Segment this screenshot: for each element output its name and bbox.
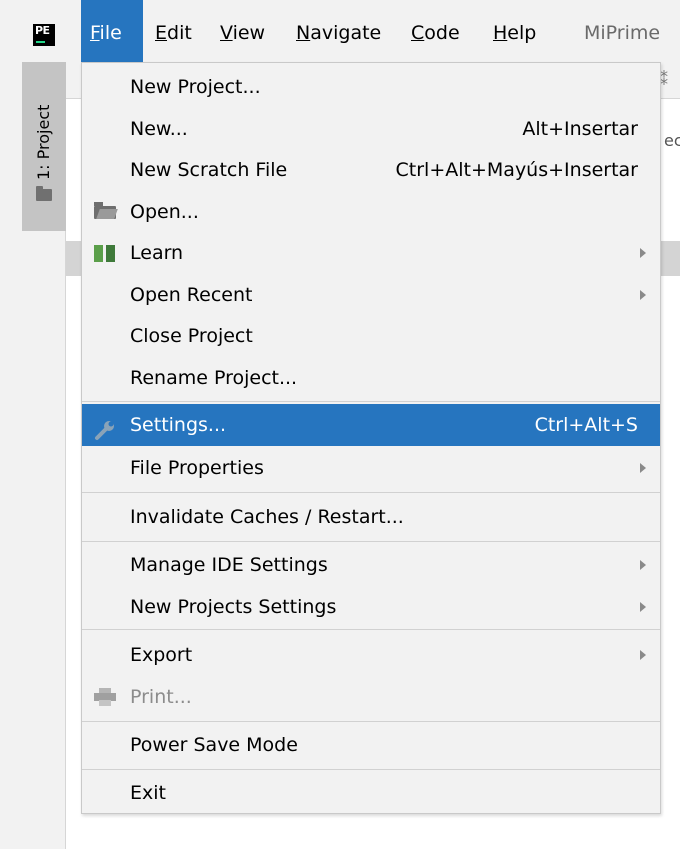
wrench-icon bbox=[94, 414, 116, 440]
file-menu-dropdown: New Project... New... Alt+Insertar New S… bbox=[81, 62, 661, 814]
folder-icon bbox=[36, 186, 52, 201]
menu-item-settings[interactable]: Settings... Ctrl+Alt+S bbox=[82, 404, 660, 446]
menu-item-exit[interactable]: Exit bbox=[82, 772, 660, 814]
menubar: PE File Edit View Navigate Code Help MiP… bbox=[0, 0, 680, 62]
pin-icon[interactable]: ⁑ bbox=[660, 70, 668, 89]
app-logo-icon: PE bbox=[33, 24, 55, 46]
menu-separator bbox=[82, 769, 660, 770]
submenu-arrow-icon bbox=[640, 602, 646, 612]
learn-book-icon bbox=[94, 245, 116, 262]
printer-icon bbox=[94, 688, 116, 706]
menu-help[interactable]: Help bbox=[484, 0, 545, 62]
menu-item-rename-project[interactable]: Rename Project... bbox=[82, 357, 660, 399]
window-title: MiPrime bbox=[584, 22, 661, 44]
menu-view[interactable]: View bbox=[211, 0, 274, 62]
menu-edit[interactable]: Edit bbox=[146, 0, 201, 62]
menu-item-file-properties[interactable]: File Properties bbox=[82, 447, 660, 489]
menu-item-new-project[interactable]: New Project... bbox=[82, 66, 660, 108]
menu-separator bbox=[82, 541, 660, 542]
menu-item-power-save-mode[interactable]: Power Save Mode bbox=[82, 724, 660, 766]
menu-file-rest: ile bbox=[99, 22, 122, 44]
menu-separator bbox=[82, 721, 660, 722]
menu-separator bbox=[82, 629, 660, 630]
menu-item-new-scratch-file[interactable]: New Scratch File Ctrl+Alt+Mayús+Insertar bbox=[82, 149, 660, 191]
menu-item-export[interactable]: Export bbox=[82, 634, 660, 676]
menu-item-new-projects-settings[interactable]: New Projects Settings bbox=[82, 586, 660, 628]
project-tab-label: 1: Project bbox=[34, 104, 53, 180]
menu-code[interactable]: Code bbox=[402, 0, 469, 62]
menu-separator bbox=[82, 401, 660, 402]
shortcut-new: Alt+Insertar bbox=[522, 118, 638, 140]
submenu-arrow-icon bbox=[640, 560, 646, 570]
menu-item-manage-ide-settings[interactable]: Manage IDE Settings bbox=[82, 544, 660, 586]
menu-separator bbox=[82, 492, 660, 493]
menu-item-print[interactable]: Print... bbox=[82, 676, 660, 718]
background-text-fragment: ec bbox=[664, 131, 680, 150]
menu-item-open-recent[interactable]: Open Recent bbox=[82, 274, 660, 316]
shortcut-settings: Ctrl+Alt+S bbox=[534, 414, 638, 436]
menu-item-new[interactable]: New... Alt+Insertar bbox=[82, 108, 660, 150]
submenu-arrow-icon bbox=[640, 650, 646, 660]
shortcut-new-scratch: Ctrl+Alt+Mayús+Insertar bbox=[395, 159, 638, 181]
menu-navigate[interactable]: Navigate bbox=[287, 0, 390, 62]
menu-item-invalidate-caches[interactable]: Invalidate Caches / Restart... bbox=[82, 496, 660, 538]
submenu-arrow-icon bbox=[640, 463, 646, 473]
menu-file[interactable]: File bbox=[81, 0, 143, 62]
open-folder-icon bbox=[94, 202, 116, 219]
menu-file-mnemonic: F bbox=[90, 22, 100, 44]
submenu-arrow-icon bbox=[640, 248, 646, 258]
submenu-arrow-icon bbox=[640, 290, 646, 300]
menu-item-learn[interactable]: Learn bbox=[82, 232, 660, 274]
menu-item-open[interactable]: Open... bbox=[82, 191, 660, 233]
menu-item-close-project[interactable]: Close Project bbox=[82, 315, 660, 357]
